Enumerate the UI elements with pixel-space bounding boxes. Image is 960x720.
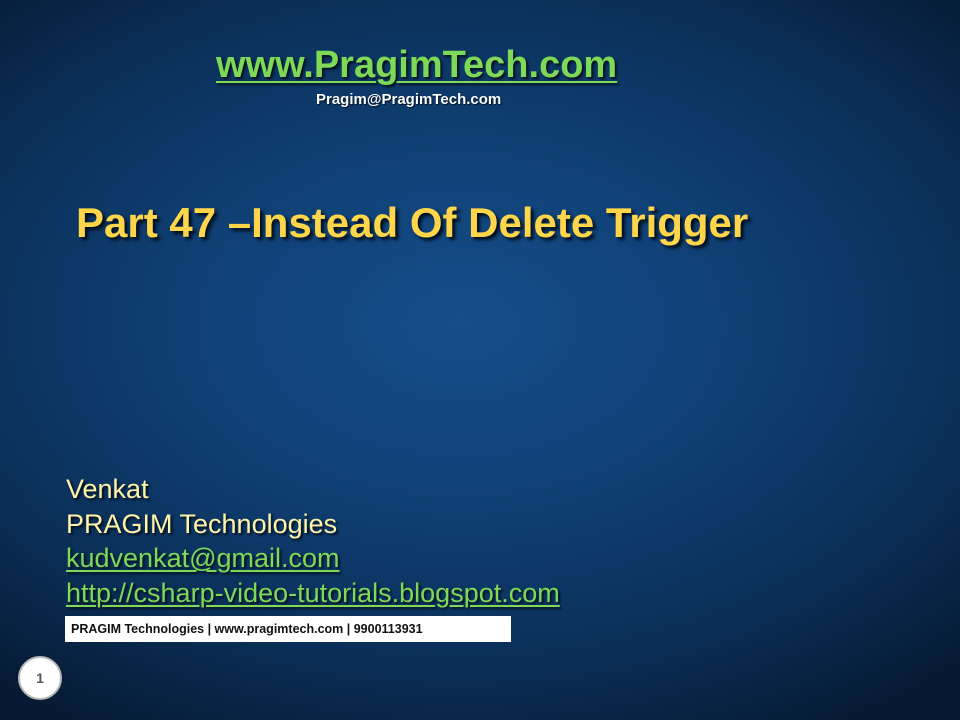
author-company: PRAGIM Technologies [66, 508, 338, 539]
blog-link[interactable]: http://csharp-video-tutorials.blogspot.c… [66, 576, 560, 611]
contact-email-text: Pragim@PragimTech.com [316, 91, 502, 108]
author-name: Venkat [66, 474, 149, 504]
presentation-slide: www.PragimTech.com Pragim@PragimTech.com… [0, 0, 960, 720]
author-block: Venkat PRAGIM Technologies kudvenkat@gma… [66, 472, 560, 610]
footer-banner: PRAGIM Technologies | www.pragimtech.com… [65, 616, 511, 642]
website-link[interactable]: www.PragimTech.com [216, 44, 617, 87]
slide-title: Part 47 –Instead Of Delete Trigger [76, 199, 749, 246]
slide-number-badge: 1 [18, 656, 62, 700]
author-email-link[interactable]: kudvenkat@gmail.com [66, 541, 560, 576]
